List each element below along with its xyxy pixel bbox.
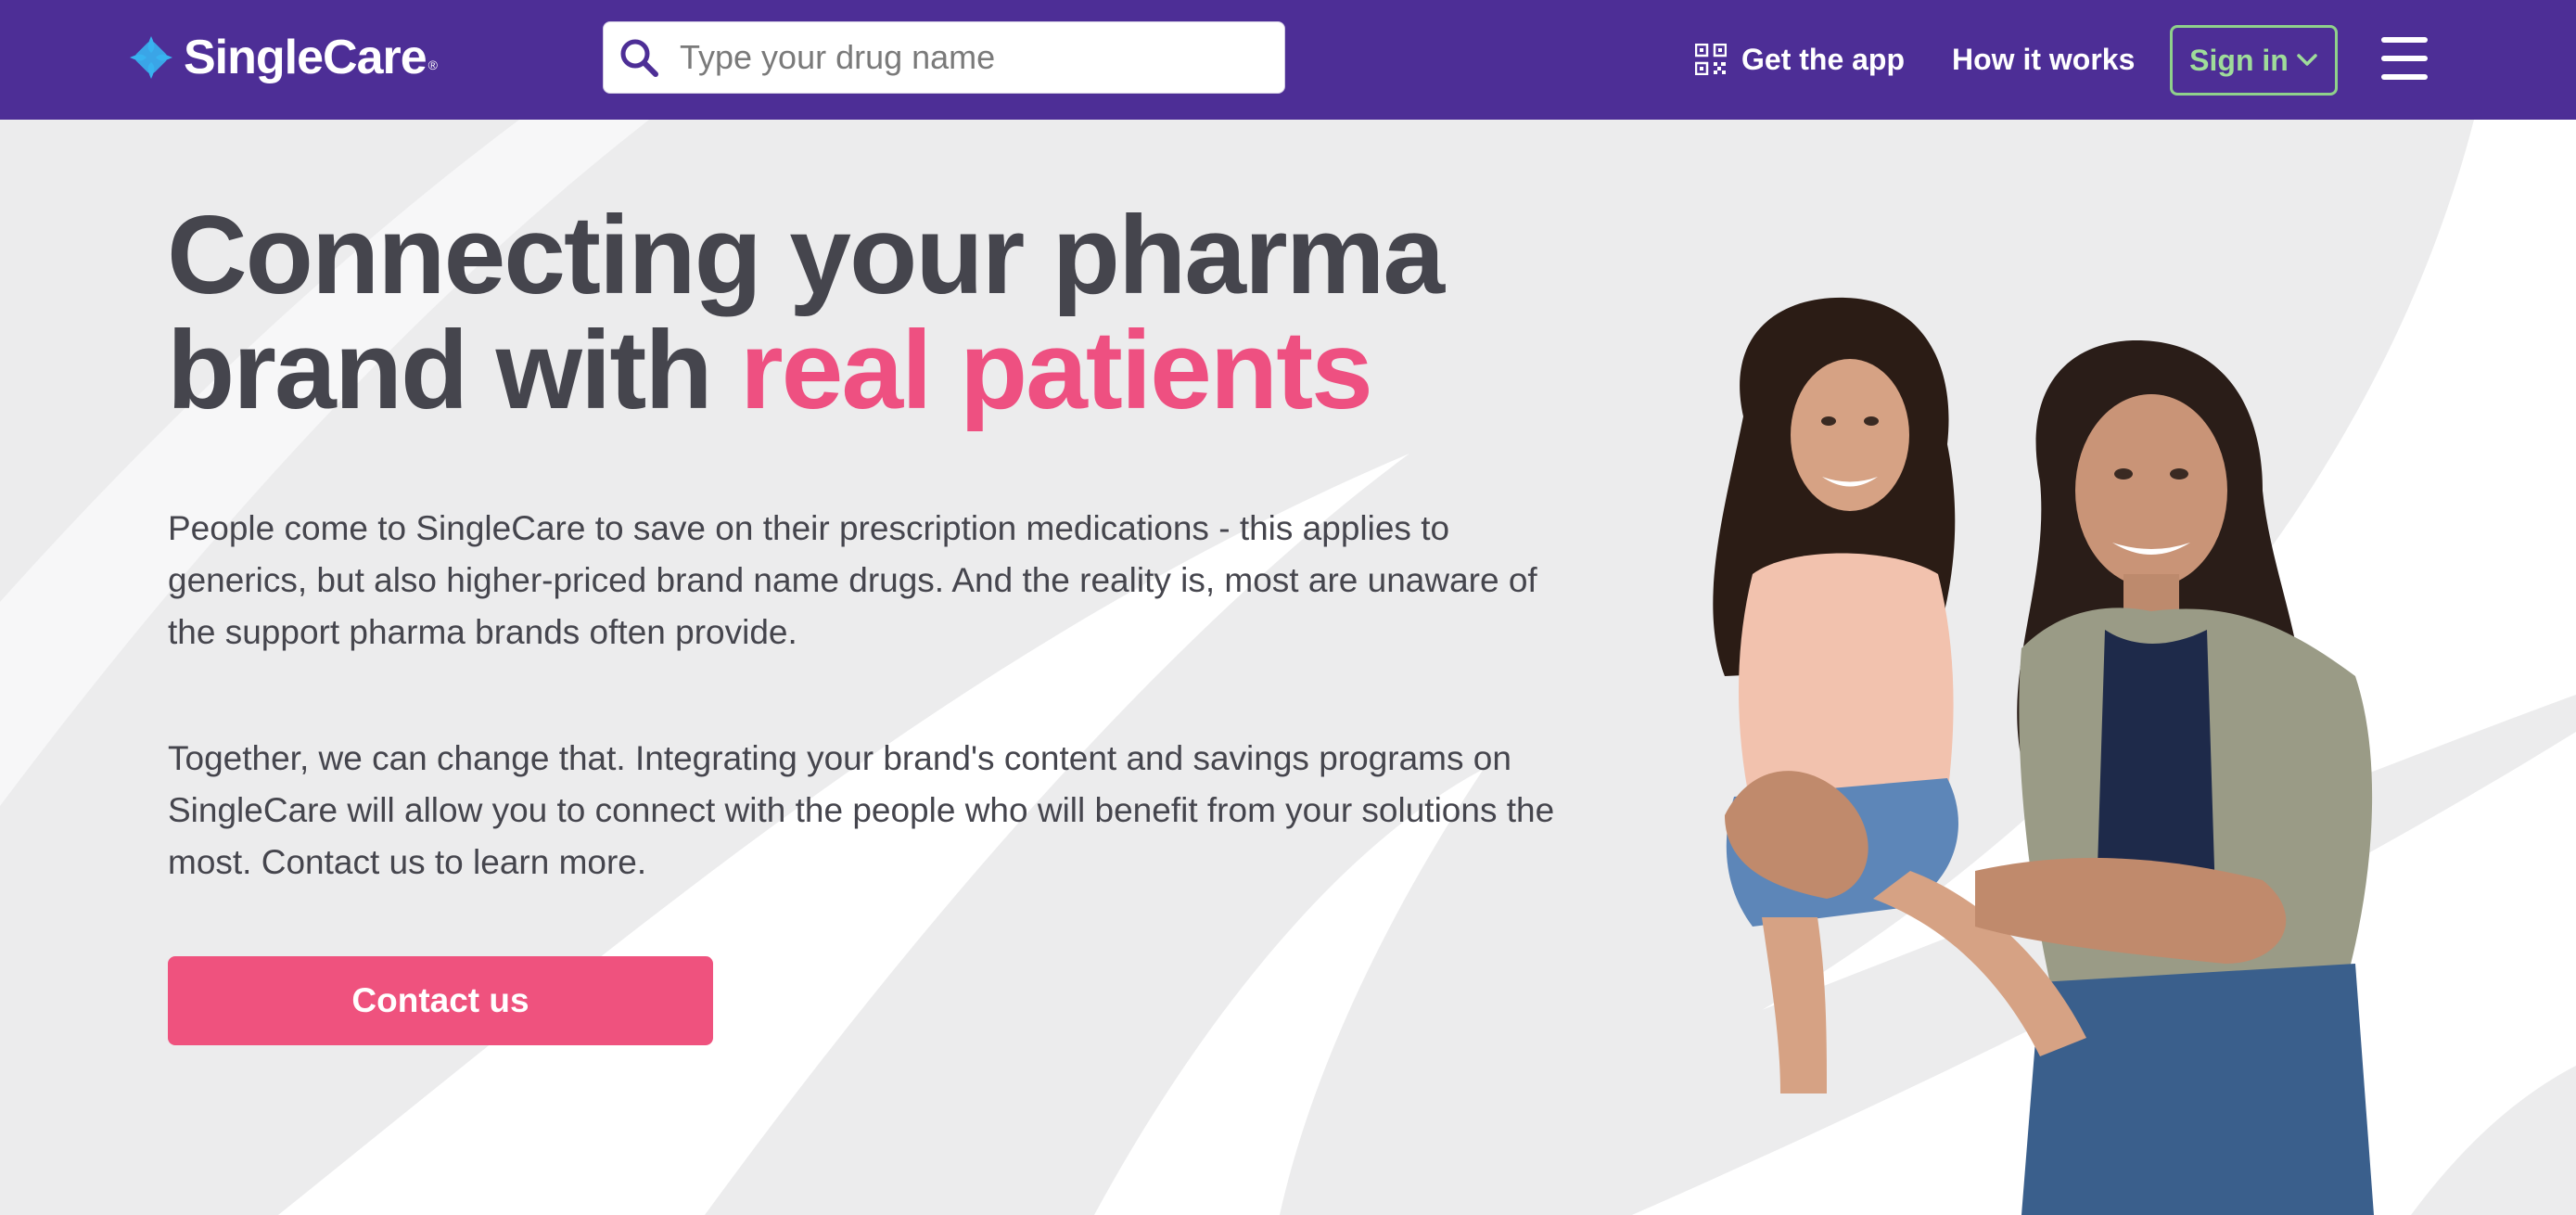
- plus-cross-logo-icon: [130, 36, 172, 79]
- hero-paragraph-2: Together, we can change that. Integratin…: [168, 739, 1555, 881]
- drug-search-input[interactable]: [678, 37, 1256, 78]
- get-the-app-link[interactable]: Get the app: [1695, 32, 1905, 87]
- sign-in-button[interactable]: Sign in: [2170, 25, 2338, 96]
- get-the-app-label: Get the app: [1741, 42, 1906, 76]
- drug-search-box[interactable]: [603, 21, 1285, 94]
- menu-bar: [2381, 74, 2428, 80]
- how-it-works-link[interactable]: How it works: [1952, 32, 2135, 87]
- qr-code-icon: [1695, 44, 1727, 75]
- site-header: SingleCare ® Type your drug name Get the…: [0, 0, 2576, 120]
- hero-headline: Connecting your pharma brand with real p…: [167, 198, 1558, 428]
- hero-section: Connecting your pharma brand with real p…: [0, 120, 2576, 1215]
- menu-bar: [2381, 37, 2428, 43]
- hero-paragraph-1: People come to SingleCare to save on the…: [168, 509, 1537, 651]
- hamburger-menu-icon[interactable]: [2381, 37, 2428, 80]
- singlecare-logo[interactable]: SingleCare ®: [130, 28, 438, 87]
- chevron-down-icon: [2296, 53, 2318, 68]
- menu-bar: [2381, 56, 2428, 61]
- search-icon[interactable]: [613, 32, 665, 83]
- hero-photo-mother-and-daughter: [1713, 297, 2374, 1215]
- how-it-works-label: How it works: [1952, 42, 2136, 76]
- logo-wordmark: SingleCare ®: [184, 31, 438, 84]
- headline-accent: real patients: [739, 308, 1373, 432]
- sign-in-label: Sign in: [2189, 43, 2289, 77]
- contact-us-button[interactable]: Contact us: [168, 956, 713, 1045]
